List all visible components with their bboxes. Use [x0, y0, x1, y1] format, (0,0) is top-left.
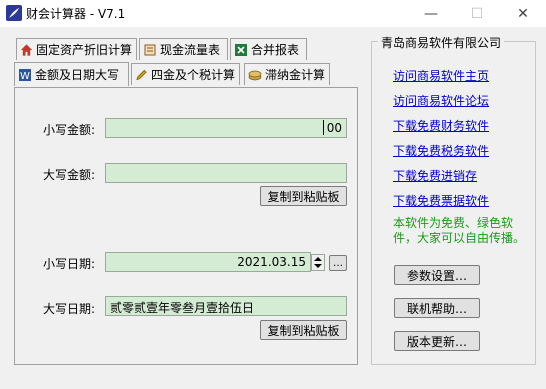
lower-amount-decimal: 00	[326, 121, 342, 135]
free-software-note: 本软件为免费、绿色软件，大家可以自由传播。	[393, 216, 526, 245]
lower-amount-label: 小写金额:	[43, 123, 96, 137]
settings-button[interactable]: 参数设置…	[394, 265, 480, 285]
tab-label: 现金流量表	[160, 43, 221, 57]
word-icon: W	[19, 68, 31, 82]
date-picker-button[interactable]: …	[329, 255, 347, 271]
tab-label: 固定资产折旧计算	[35, 43, 132, 57]
pencil-icon	[136, 69, 147, 80]
scroll-icon	[144, 44, 156, 55]
tab-consolidated[interactable]: 合并报表	[230, 38, 307, 60]
tab-label: 合并报表	[251, 43, 300, 57]
tab-insurance-tax[interactable]: 四金及个税计算	[131, 63, 240, 85]
tab-late-fee[interactable]: 滞纳金计算	[244, 63, 330, 85]
lower-date-value: 2021.03.15	[237, 255, 306, 269]
tab-label: 金额及日期大写	[35, 68, 120, 82]
text-cursor	[323, 120, 324, 135]
svg-text:W: W	[20, 71, 30, 82]
lower-amount-input[interactable]: 00	[105, 118, 347, 138]
upper-date-label: 大写日期:	[43, 302, 96, 316]
update-button[interactable]: 版本更新…	[394, 331, 480, 351]
copy-date-button[interactable]: 复制到粘贴板	[260, 320, 347, 340]
close-button[interactable]: ✕	[500, 0, 546, 27]
app-feather-icon	[6, 5, 22, 21]
tab-cash-flow[interactable]: 现金流量表	[139, 38, 228, 60]
tab-label: 滞纳金计算	[264, 68, 325, 82]
link-inventory-software[interactable]: 下载免费进销存	[393, 167, 477, 184]
home-icon	[20, 43, 33, 56]
date-spinner[interactable]	[311, 254, 325, 271]
link-homepage[interactable]: 访问商易软件主页	[393, 67, 489, 84]
upper-amount-label: 大写金额:	[43, 168, 96, 182]
excel-icon	[235, 43, 247, 56]
upper-date-output[interactable]: 贰零贰壹年零叁月壹拾伍日	[105, 296, 347, 316]
coins-icon	[248, 70, 262, 80]
online-help-button[interactable]: 联机帮助…	[394, 298, 480, 318]
link-finance-software[interactable]: 下载免费财务软件	[393, 117, 489, 134]
link-forum[interactable]: 访问商易软件论坛	[393, 92, 489, 109]
link-tax-software[interactable]: 下载免费税务软件	[393, 142, 489, 159]
upper-date-value: 贰零贰壹年零叁月壹拾伍日	[110, 301, 255, 315]
spinner-arrows-icon	[314, 257, 322, 268]
upper-amount-output[interactable]	[105, 163, 347, 183]
copy-amount-button[interactable]: 复制到粘贴板	[260, 186, 347, 206]
maximize-button[interactable]: ☐	[454, 0, 500, 27]
tab-label: 四金及个税计算	[150, 68, 235, 82]
lower-date-label: 小写日期:	[43, 257, 96, 271]
tab-depreciation[interactable]: 固定资产折旧计算	[16, 38, 137, 60]
window-title: 财会计算器 - V7.1	[26, 7, 126, 21]
company-title: 青岛商易软件有限公司	[378, 34, 505, 51]
lower-date-input[interactable]: 2021.03.15	[105, 252, 311, 272]
link-invoice-software[interactable]: 下载免费票据软件	[393, 192, 489, 209]
minimize-button[interactable]: —	[408, 0, 454, 27]
tab-amount-date-capital[interactable]: W 金额及日期大写	[14, 62, 129, 86]
